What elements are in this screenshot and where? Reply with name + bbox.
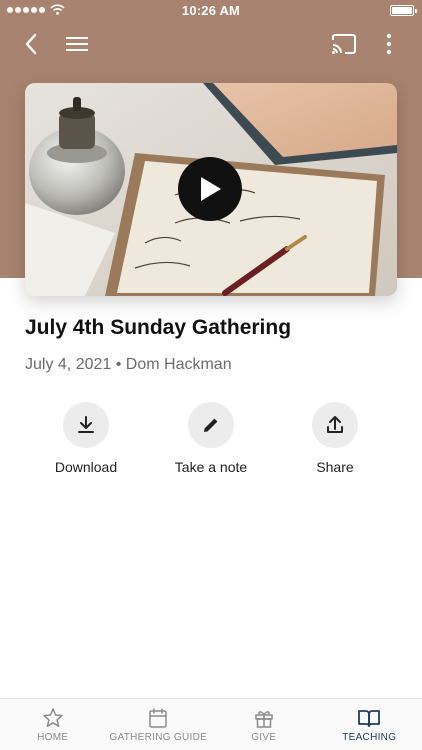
take-note-circle	[188, 402, 234, 448]
gift-icon	[255, 711, 273, 728]
video-player[interactable]	[25, 83, 397, 296]
action-row: Download Take a note Share	[0, 402, 422, 482]
share-icon	[327, 416, 343, 433]
hamburger-icon	[66, 37, 88, 51]
cast-icon	[332, 34, 356, 54]
episode-title: July 4th Sunday Gathering	[25, 316, 292, 339]
episode-date: July 4, 2021	[25, 356, 112, 373]
play-button[interactable]	[178, 157, 242, 221]
calendar-icon	[149, 708, 167, 728]
tab-teaching-label: TEACHING	[342, 732, 397, 743]
tab-home[interactable]: HOME	[0, 699, 106, 750]
tab-give[interactable]: GIVE	[211, 699, 317, 750]
share-label: Share	[316, 459, 354, 475]
status-bar: 10:26 AM	[0, 0, 422, 22]
episode-speaker: Dom Hackman	[125, 356, 232, 373]
tab-gathering-guide-label: GATHERING GUIDE	[109, 732, 208, 743]
pencil-icon	[204, 418, 218, 432]
menu-button[interactable]	[59, 26, 95, 62]
more-vertical-icon	[386, 33, 392, 55]
tab-home-label: HOME	[37, 732, 69, 743]
tab-teaching[interactable]: TEACHING	[317, 699, 422, 750]
more-options-button[interactable]	[371, 26, 407, 62]
cast-button[interactable]	[326, 26, 362, 62]
play-icon	[201, 177, 221, 201]
tab-give-label: GIVE	[251, 732, 277, 743]
episode-meta: July 4, 2021 • Dom Hackman	[25, 356, 232, 374]
meta-separator: •	[115, 356, 122, 373]
tab-bar: HOME GATHERING GUIDE GIVE TEACHING	[0, 698, 422, 750]
download-circle	[63, 402, 109, 448]
share-button[interactable]: Share	[280, 402, 390, 475]
status-time: 10:26 AM	[181, 3, 241, 18]
star-icon	[43, 708, 63, 727]
take-note-button[interactable]: Take a note	[156, 402, 266, 475]
chevron-left-icon	[25, 33, 37, 55]
share-circle	[312, 402, 358, 448]
download-label: Download	[54, 459, 118, 475]
back-button[interactable]	[13, 26, 49, 62]
download-button[interactable]: Download	[31, 402, 141, 475]
tab-gathering-guide[interactable]: GATHERING GUIDE	[106, 699, 212, 750]
take-note-label: Take a note	[174, 459, 248, 475]
download-icon	[78, 416, 94, 433]
battery-icon	[390, 5, 417, 16]
top-nav	[0, 26, 422, 62]
book-icon	[358, 710, 381, 727]
